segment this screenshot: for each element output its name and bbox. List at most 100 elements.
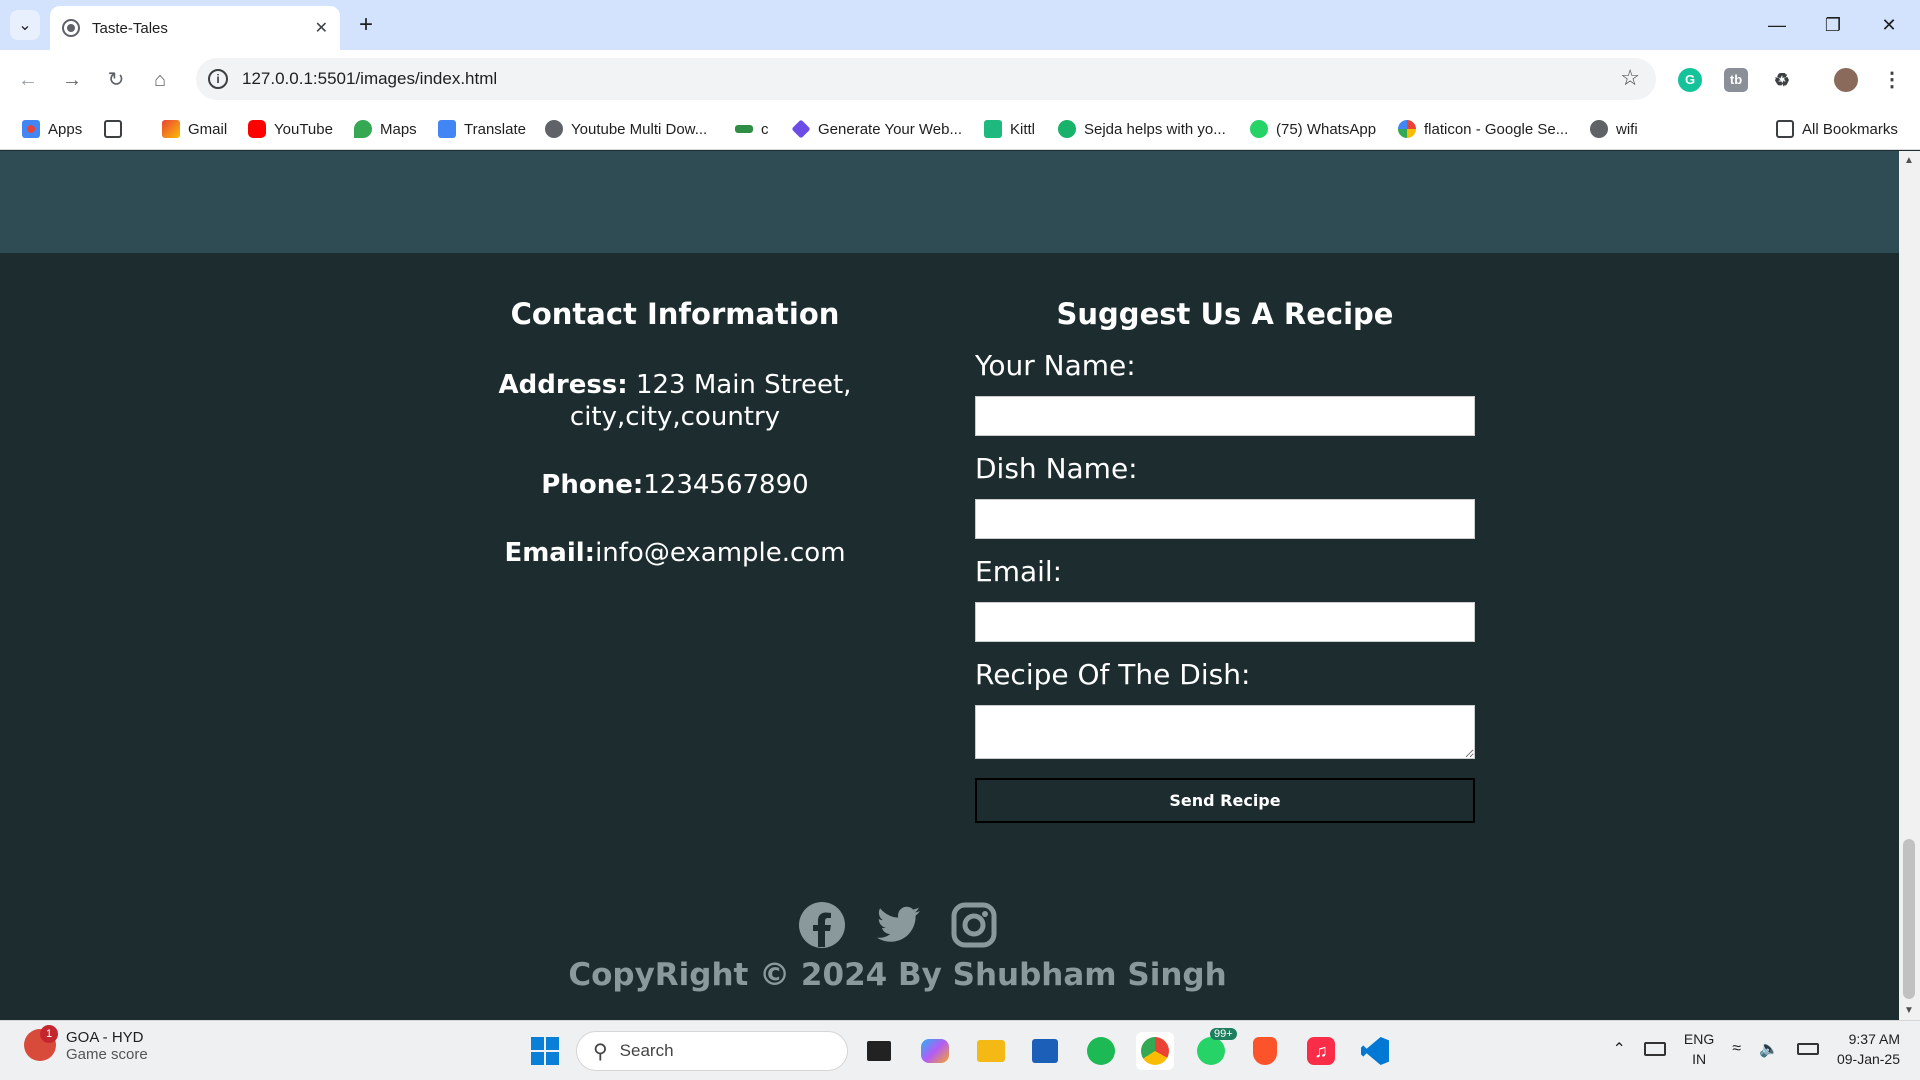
search-icon: ⚲ — [593, 1040, 608, 1063]
scrollbar-thumb[interactable] — [1903, 839, 1915, 999]
tab-search-button[interactable]: ⌄ — [10, 10, 40, 40]
keyboard-icon[interactable] — [1643, 1042, 1666, 1056]
chevron-up-icon[interactable]: ⌃ — [1613, 1039, 1626, 1059]
bookmark-translate[interactable]: Translate — [438, 117, 526, 141]
bookmark-sejda[interactable]: Sejda helps with yo... — [1058, 117, 1226, 141]
bookmark-youtube[interactable]: YouTube — [248, 117, 333, 141]
microsoft-store-button[interactable] — [1026, 1032, 1064, 1070]
youtube-icon — [248, 120, 266, 138]
brave-button[interactable] — [1246, 1032, 1284, 1070]
copilot-icon — [921, 1039, 949, 1063]
contact-heading: Contact Information — [510, 297, 840, 331]
extensions-puzzle-icon[interactable]: ♻ — [1770, 68, 1794, 92]
task-view-button[interactable] — [860, 1032, 898, 1070]
vscode-button[interactable] — [1356, 1032, 1394, 1070]
address-bar[interactable]: i 127.0.0.1:5501/images/index.html ☆ — [196, 58, 1656, 100]
weather-widget[interactable]: 1 GOA - HYD Game score — [24, 1025, 148, 1063]
copilot-button[interactable] — [916, 1032, 954, 1070]
contact-information: Contact Information Address: 123 Main St… — [475, 297, 875, 605]
email-input[interactable] — [975, 602, 1475, 642]
close-window-button[interactable]: ✕ — [1866, 10, 1912, 40]
wifi-icon[interactable]: ≈ — [1732, 1040, 1741, 1058]
bookmark-kittl[interactable]: Kittl — [984, 117, 1035, 141]
bookmark-youtube-multi[interactable]: Youtube Multi Dow... — [545, 117, 707, 141]
taskbar-search[interactable]: ⚲ Search — [576, 1031, 848, 1071]
apps-grid-icon — [22, 120, 40, 138]
chrome-button[interactable] — [1136, 1032, 1174, 1070]
windows-logo-icon — [531, 1037, 559, 1065]
gmail-icon — [162, 120, 180, 138]
name-input[interactable] — [975, 396, 1475, 436]
send-recipe-button[interactable]: Send Recipe — [975, 778, 1475, 823]
language-indicator[interactable]: ENG IN — [1684, 1029, 1714, 1069]
bookmark-flaticon[interactable]: flaticon - Google Se... — [1398, 117, 1568, 141]
restore-button[interactable]: ❐ — [1810, 10, 1856, 40]
copyright-text: CopyRight © 2024 By Shubham Singh — [568, 957, 1227, 993]
minimize-button[interactable]: — — [1754, 10, 1800, 40]
bookmark-star-icon[interactable]: ☆ — [1620, 65, 1640, 91]
bookmark-tab-groups[interactable] — [104, 117, 130, 141]
spotify-icon — [1087, 1037, 1115, 1065]
profile-avatar[interactable] — [1834, 68, 1858, 92]
chrome-icon — [1141, 1037, 1169, 1065]
bookmark-whatsapp[interactable]: (75) WhatsApp — [1250, 117, 1376, 141]
sejda-icon — [1058, 120, 1076, 138]
dish-name-input[interactable] — [975, 499, 1475, 539]
form-heading: Suggest Us A Recipe — [1056, 297, 1394, 331]
page-scrollbar[interactable]: ▲ ▼ — [1899, 151, 1920, 1020]
bookmark-gfg[interactable]: c — [735, 117, 769, 141]
clock-date: 09-Jan-25 — [1836, 1051, 1900, 1067]
recipe-suggestion-form: Suggest Us A Recipe Your Name: Dish Name… — [975, 297, 1475, 823]
tb-extension-icon[interactable]: tb — [1724, 68, 1748, 92]
bookmark-apps[interactable]: Apps — [22, 117, 82, 141]
whatsapp-badge: 99+ — [1210, 1028, 1237, 1040]
file-explorer-button[interactable] — [972, 1032, 1010, 1070]
scroll-up-icon[interactable]: ▲ — [1904, 155, 1914, 166]
browser-tab-strip: ⌄ Taste-Tales ✕ + — ❐ ✕ — [0, 0, 1920, 50]
diamond-icon — [791, 119, 811, 139]
whatsapp-button[interactable]: 99+ — [1192, 1028, 1237, 1070]
reload-button[interactable]: ↻ — [100, 64, 132, 96]
social-links — [0, 901, 1847, 949]
close-tab-icon[interactable]: ✕ — [315, 18, 328, 38]
chevron-down-icon: ⌄ — [18, 17, 32, 34]
start-button[interactable] — [526, 1032, 564, 1070]
maps-icon — [354, 120, 372, 138]
clock-time: 9:37 AM — [1848, 1031, 1900, 1047]
bookmark-maps[interactable]: Maps — [354, 117, 417, 141]
globe-icon — [62, 19, 80, 37]
browser-menu-icon[interactable]: ⋮ — [1880, 68, 1904, 92]
geeksforgeeks-icon — [735, 125, 753, 133]
forward-button[interactable]: → — [56, 64, 88, 96]
volume-icon[interactable]: 🔈 — [1759, 1039, 1779, 1059]
contact-address: Address: 123 Main Street, city,city,coun… — [498, 370, 852, 432]
all-bookmarks[interactable]: All Bookmarks — [1776, 117, 1898, 141]
bookmark-wifi[interactable]: wifi — [1590, 117, 1638, 141]
brave-lion-icon — [1253, 1037, 1277, 1065]
recipe-label: Recipe Of The Dish: — [975, 658, 1251, 691]
system-tray: ⌃ ENG IN ≈ 🔈 9:37 AM 09-Jan-25 — [1613, 1029, 1901, 1069]
contact-phone: Phone:1234567890 — [541, 470, 809, 500]
grammarly-extension-icon[interactable]: G — [1678, 68, 1702, 92]
apple-music-button[interactable]: ♫ — [1302, 1032, 1340, 1070]
browser-toolbar: ← → ↻ ⌂ i 127.0.0.1:5501/images/index.ht… — [0, 50, 1920, 108]
clock[interactable]: 9:37 AM 09-Jan-25 — [1837, 1029, 1900, 1069]
contact-email: Email:info@example.com — [504, 538, 846, 568]
bookmark-gmail[interactable]: Gmail — [162, 117, 227, 141]
search-placeholder: Search — [619, 1041, 674, 1060]
twitter-icon[interactable] — [874, 901, 922, 949]
globe-icon — [545, 120, 563, 138]
scroll-down-icon[interactable]: ▼ — [1904, 1005, 1914, 1016]
battery-icon[interactable] — [1796, 1043, 1819, 1055]
home-button[interactable]: ⌂ — [144, 64, 176, 96]
widget-title: GOA - HYD — [66, 1029, 144, 1046]
new-tab-button[interactable]: + — [352, 12, 380, 40]
recipe-textarea[interactable] — [975, 705, 1475, 759]
site-info-icon[interactable]: i — [208, 69, 228, 89]
instagram-icon[interactable] — [950, 901, 998, 949]
spotify-button[interactable] — [1082, 1032, 1120, 1070]
facebook-icon[interactable] — [798, 901, 846, 949]
active-tab[interactable]: Taste-Tales ✕ — [50, 6, 340, 50]
bookmark-generate-web[interactable]: Generate Your Web... — [791, 117, 962, 141]
back-button[interactable]: ← — [12, 64, 44, 96]
